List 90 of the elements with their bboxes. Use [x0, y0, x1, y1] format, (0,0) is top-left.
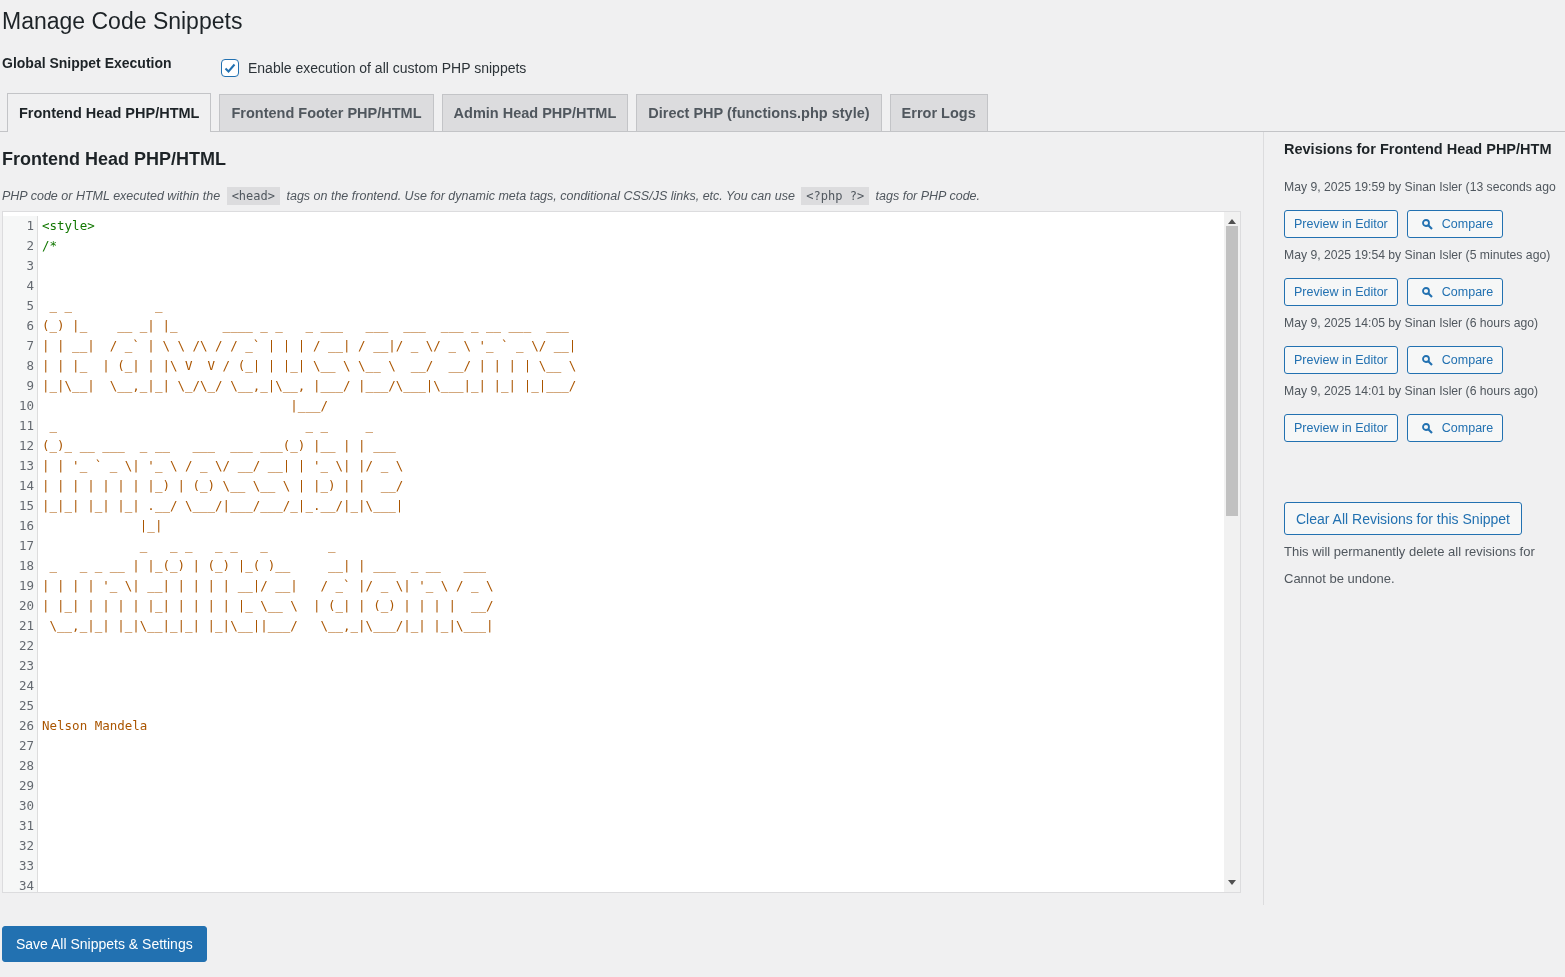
tab[interactable]: Frontend Footer PHP/HTML: [219, 94, 434, 131]
tab[interactable]: Error Logs: [889, 94, 988, 131]
revision-meta: May 9, 2025 14:01 by Sinan Isler (6 hours ago): [1284, 383, 1539, 399]
line-number: 7: [3, 336, 38, 356]
preview-button[interactable]: Preview in Editor: [1284, 210, 1398, 238]
code-line: |_|\__| \__,_|_| \_/\_/ \__,_|\__, |___/ |___/\___|\___|_| |_| |_|___/: [41, 377, 577, 395]
tab[interactable]: Direct PHP (functions.php style): [636, 94, 882, 131]
line-number: 10: [3, 396, 38, 416]
setting-label: Global Snippet Execution: [2, 55, 173, 71]
code-line: /*: [41, 237, 58, 255]
line-number: 26: [3, 716, 38, 736]
line-number: 29: [3, 776, 38, 796]
preview-button[interactable]: Preview in Editor: [1284, 414, 1398, 442]
line-number: 24: [3, 676, 38, 696]
line-number: 20: [3, 596, 38, 616]
code-line: (_)_ __ ___ _ __ ___ ___ ___(_) |__ | | ___: [41, 437, 396, 455]
compare-button[interactable]: Compare: [1406, 278, 1504, 306]
line-number: 14: [3, 476, 38, 496]
line-number: 31: [3, 816, 38, 836]
search-icon: [1421, 286, 1433, 298]
code-line: | | | | | | | |_) | (_) \__ \__ \ | |_) | | __/: [41, 477, 404, 495]
compare-button[interactable]: Compare: [1406, 210, 1504, 238]
section-title: Frontend Head PHP/HTML: [2, 148, 227, 170]
search-icon: [1421, 218, 1433, 230]
tab[interactable]: Frontend Head PHP/HTML: [7, 93, 212, 132]
revision-meta: May 9, 2025 14:05 by Sinan Isler (6 hours ago): [1284, 315, 1539, 331]
checkbox-label[interactable]: Enable execution of all custom PHP snippets: [248, 60, 527, 76]
code-line: |_|: [138, 517, 163, 535]
code-line: _ _ _ _: [48, 417, 374, 435]
line-number: 19: [3, 576, 38, 596]
compare-button[interactable]: Compare: [1406, 346, 1504, 374]
code-line: | | |_ | (_| | |\ V V / (_| | |_| \__ \ \__ \ __/ __/ | | | | \__ \: [41, 357, 577, 375]
code-line: |___/: [289, 397, 328, 415]
code-line: _ _ _ _ _ _ _: [138, 537, 336, 555]
line-number: 9: [3, 376, 38, 396]
scrollbar-thumb[interactable]: [1226, 226, 1238, 516]
code-line: _ _ _ __ | |_(_) | (_) |_( )__ __| | ___ _ __ ___: [48, 557, 486, 575]
preview-button[interactable]: Preview in Editor: [1284, 278, 1398, 306]
tab[interactable]: Admin Head PHP/HTML: [441, 94, 629, 131]
clear-revisions-button[interactable]: Clear All Revisions for this Snippet: [1284, 502, 1522, 535]
line-number: 8: [3, 356, 38, 376]
code-line: Nelson Mandela: [41, 717, 148, 735]
line-number: 5: [3, 296, 38, 316]
line-number: 15: [3, 496, 38, 516]
line-number: 33: [3, 856, 38, 876]
line-number: 12: [3, 436, 38, 456]
scrollbar[interactable]: [1224, 212, 1240, 892]
search-icon: [1421, 354, 1433, 366]
line-number: 18: [3, 556, 38, 576]
line-number: 28: [3, 756, 38, 776]
revision-meta: May 9, 2025 19:59 by Sinan Isler (13 seconds ago: [1284, 179, 1556, 195]
code-line: | | __| / _` | \ \ /\ / / _` | | | / __| / __|/ _ \/ _ \ '_ ` _ \/ __|: [41, 337, 577, 355]
line-number: 21: [3, 616, 38, 636]
line-number: 30: [3, 796, 38, 816]
warning-text: This will permanently delete all revisions for: [1284, 543, 1536, 561]
code-line: | | | | '_ \| __| | | | | __|/ __| / _` |/ _ \| '_ \ / _ \: [41, 577, 494, 595]
line-number: 17: [3, 536, 38, 556]
revision-meta: May 9, 2025 19:54 by Sinan Isler (5 minutes ago): [1284, 247, 1551, 263]
warning-text: Cannot be undone.: [1284, 570, 1396, 588]
scroll-up-icon[interactable]: [1228, 218, 1236, 224]
line-number: 16: [3, 516, 38, 536]
line-number: 4: [3, 276, 38, 296]
checkbox[interactable]: [221, 59, 239, 77]
revisions-title: Revisions for Frontend Head PHP/HTM: [1284, 140, 1553, 159]
line-number: 25: [3, 696, 38, 716]
line-number: 6: [3, 316, 38, 336]
line-number: 3: [3, 256, 38, 276]
line-number: 27: [3, 736, 38, 756]
code-line: |_|_| |_| |_| .__/ \___/|___/___/_|_.__/|_|\___|: [41, 497, 404, 515]
code-line: \__,_|_| |_|\__|_|_| |_|\__||___/ \__,_|\___/|_| |_|\___|: [48, 617, 494, 635]
code-line: _ _ _: [48, 297, 163, 315]
line-number: 2: [3, 236, 38, 256]
line-number: 11: [3, 416, 38, 436]
line-number: 22: [3, 636, 38, 656]
compare-button[interactable]: Compare: [1406, 414, 1504, 442]
code-line: | | '_ ` _ \| '_ \ / _ \/ __/ __| | '_ \| |/ _ \: [41, 457, 404, 475]
line-number: 34: [3, 876, 38, 892]
page-title: Manage Code Snippets: [2, 7, 244, 36]
line-number: 32: [3, 836, 38, 856]
code-line: <style>: [41, 217, 95, 235]
code-line: (_) |_ __ _| |_ ____ _ _ _ ___ ___ ___ ___ _ __ ___ ___: [41, 317, 569, 335]
line-number: 23: [3, 656, 38, 676]
description-text: PHP code or HTML executed within the <head> tags on the frontend. Use for dynamic meta tags, conditional CSS/JS links, etc. You can use <?php ?> tags for PHP code.: [2, 187, 982, 205]
scroll-down-icon[interactable]: [1228, 880, 1236, 886]
search-icon: [1421, 422, 1433, 434]
code-line: | |_| | | | | |_| | | | | |_ \__ \ | (_| | (_) | | | | __/: [41, 597, 494, 615]
line-number: 13: [3, 456, 38, 476]
line-number: 1: [3, 216, 38, 236]
preview-button[interactable]: Preview in Editor: [1284, 346, 1398, 374]
save-button[interactable]: Save All Snippets & Settings: [2, 926, 207, 962]
